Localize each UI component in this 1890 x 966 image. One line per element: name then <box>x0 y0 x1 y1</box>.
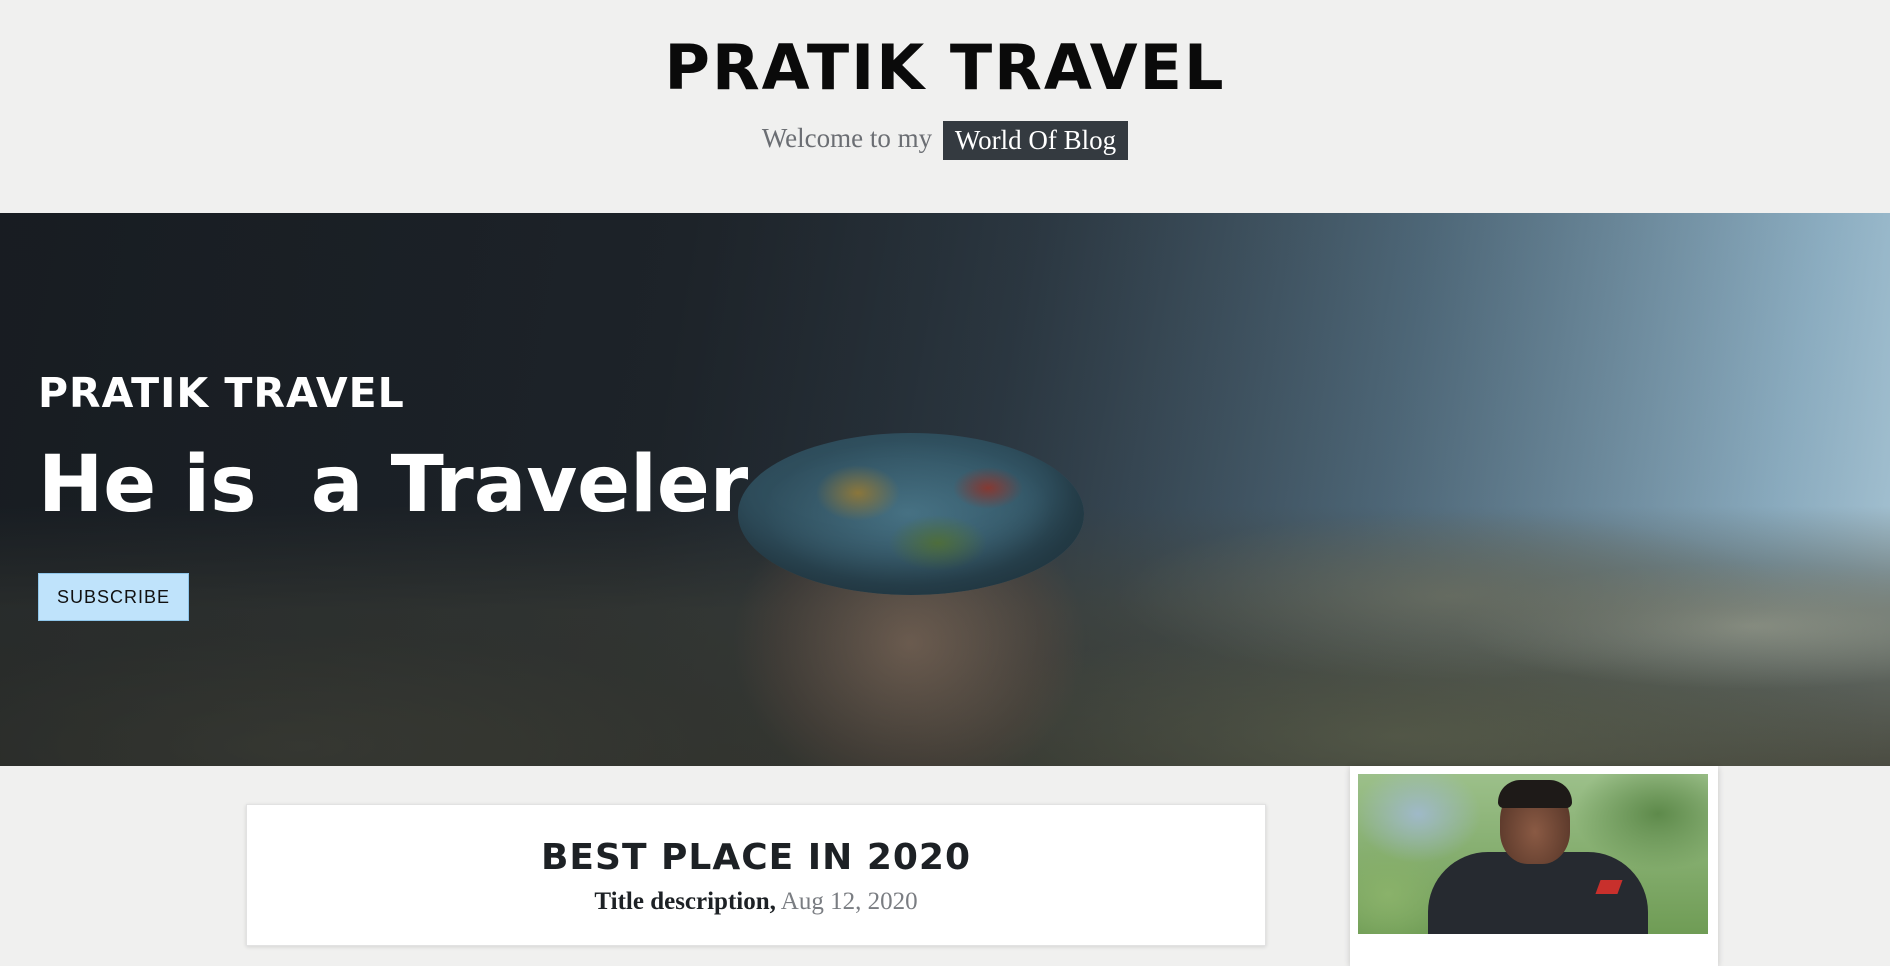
post-description: Title description, <box>594 888 776 915</box>
site-header: PRATIK TRAVEL Welcome to my World Of Blo… <box>0 0 1890 213</box>
tagline: Welcome to my World Of Blog <box>0 118 1890 161</box>
profile-hair <box>1498 780 1572 808</box>
hero-heading: He is a Traveler <box>38 440 749 530</box>
post-title[interactable]: BEST PLACE IN 2020 <box>247 833 1265 883</box>
hero-banner: PRATIK TRAVEL He is a Traveler SUBSCRIBE <box>0 213 1890 766</box>
tagline-text: Welcome to my <box>761 123 933 153</box>
subscribe-button[interactable]: SUBSCRIBE <box>38 573 189 621</box>
post-card: BEST PLACE IN 2020 Title description, Au… <box>246 804 1266 946</box>
profile-card <box>1350 766 1718 966</box>
profile-photo <box>1358 774 1708 934</box>
hero-brand: PRATIK TRAVEL <box>38 369 405 417</box>
post-meta: Title description, Aug 12, 2020 <box>247 885 1265 919</box>
post-date: Aug 12, 2020 <box>780 888 918 915</box>
tagline-badge: World Of Blog <box>942 121 1129 161</box>
site-title[interactable]: PRATIK TRAVEL <box>0 28 1890 108</box>
